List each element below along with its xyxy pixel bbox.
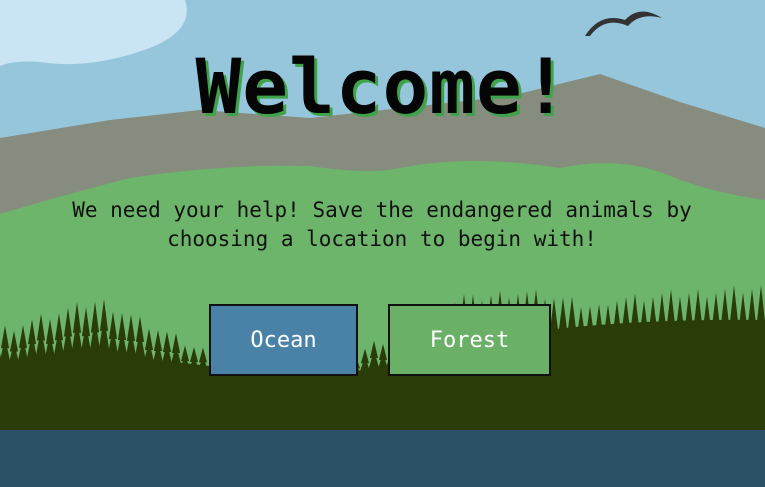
ocean-button[interactable]: Ocean bbox=[209, 304, 358, 376]
forest-button[interactable]: Forest bbox=[388, 304, 551, 376]
intro-message: We need your help! Save the endangered a… bbox=[72, 198, 692, 251]
lake bbox=[0, 430, 765, 487]
page-title: Welcome! bbox=[195, 42, 570, 131]
